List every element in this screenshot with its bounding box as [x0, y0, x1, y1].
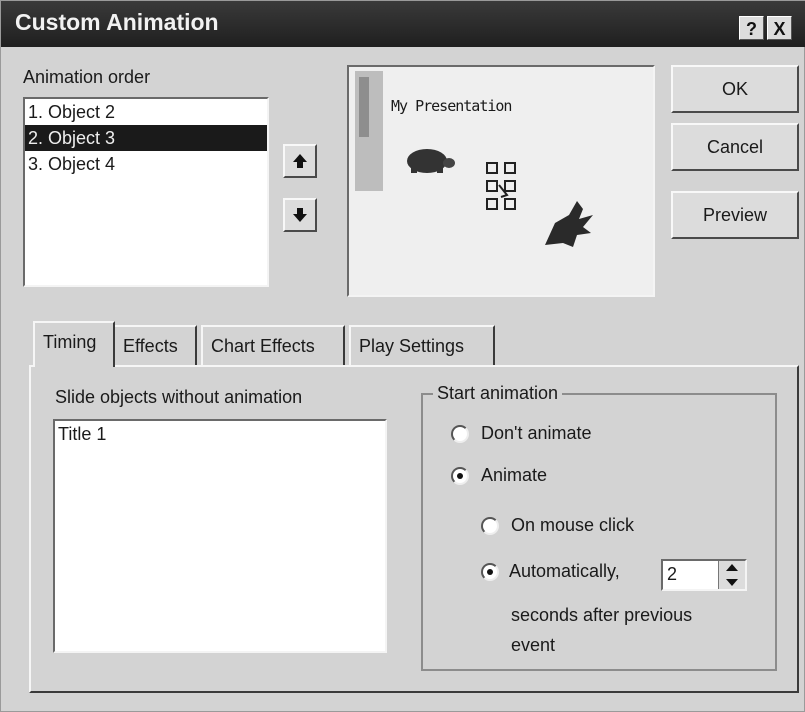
dont-animate-radio[interactable]: [451, 425, 469, 443]
tab-chart-effects[interactable]: Chart Effects: [201, 325, 345, 365]
cancel-button[interactable]: Cancel: [671, 123, 799, 171]
animate-label[interactable]: Animate: [481, 465, 547, 486]
automatically-label[interactable]: Automatically,: [509, 561, 620, 582]
objects-without-animation-label: Slide objects without animation: [55, 387, 303, 407]
title-bar[interactable]: Custom Animation ? X: [1, 1, 805, 47]
dragon-clipart: [545, 201, 593, 247]
seconds-after-label: seconds after previous: [511, 605, 693, 625]
objects-without-animation-list[interactable]: Title 1: [53, 419, 387, 653]
move-up-button[interactable]: [283, 144, 317, 178]
custom-animation-dialog: Custom Animation ? X Animation order 1. …: [0, 0, 805, 712]
slide-preview: My Presentation: [347, 65, 655, 297]
animation-order-item[interactable]: 3. Object 4: [25, 151, 267, 177]
dont-animate-label[interactable]: Don't animate: [481, 423, 592, 444]
on-mouse-click-label[interactable]: On mouse click: [511, 515, 634, 536]
on-mouse-click-radio[interactable]: [481, 517, 499, 535]
up-arrow-icon: [293, 154, 307, 168]
seconds-input[interactable]: 2: [667, 564, 677, 585]
down-arrow-icon: [293, 208, 307, 222]
slide-title-text: My Presentation: [391, 97, 512, 115]
stepper-buttons[interactable]: [718, 561, 745, 589]
animation-order-label-text: Animation order: [23, 67, 151, 87]
window-title: Custom Animation: [15, 9, 219, 35]
move-down-button[interactable]: [283, 198, 317, 232]
event-label: event: [511, 635, 556, 655]
animation-order-label: Animation order: [23, 67, 150, 88]
seconds-stepper[interactable]: 2: [661, 559, 747, 591]
help-button[interactable]: ?: [739, 16, 764, 40]
tab-timing[interactable]: Timing: [33, 321, 115, 367]
animation-order-item[interactable]: 1. Object 2: [25, 99, 267, 125]
preview-button[interactable]: Preview: [671, 191, 799, 239]
ok-button[interactable]: OK: [671, 65, 799, 113]
chevron-up-icon[interactable]: [719, 561, 745, 575]
automatically-radio[interactable]: [481, 563, 499, 581]
turtle-clipart: [407, 149, 455, 173]
close-button[interactable]: X: [767, 16, 792, 40]
start-animation-label: Start animation: [433, 383, 563, 404]
animation-order-list[interactable]: 1. Object 2 2. Object 3 3. Object 4: [23, 97, 269, 287]
selected-object-handles: [486, 162, 516, 210]
tab-play-settings[interactable]: Play Settings: [349, 325, 495, 365]
chevron-down-icon[interactable]: [719, 575, 745, 589]
tab-effects[interactable]: Effects: [113, 325, 197, 365]
list-item[interactable]: Title 1: [55, 421, 385, 447]
animation-order-item-selected[interactable]: 2. Object 3: [25, 125, 267, 151]
animate-radio[interactable]: [451, 467, 469, 485]
